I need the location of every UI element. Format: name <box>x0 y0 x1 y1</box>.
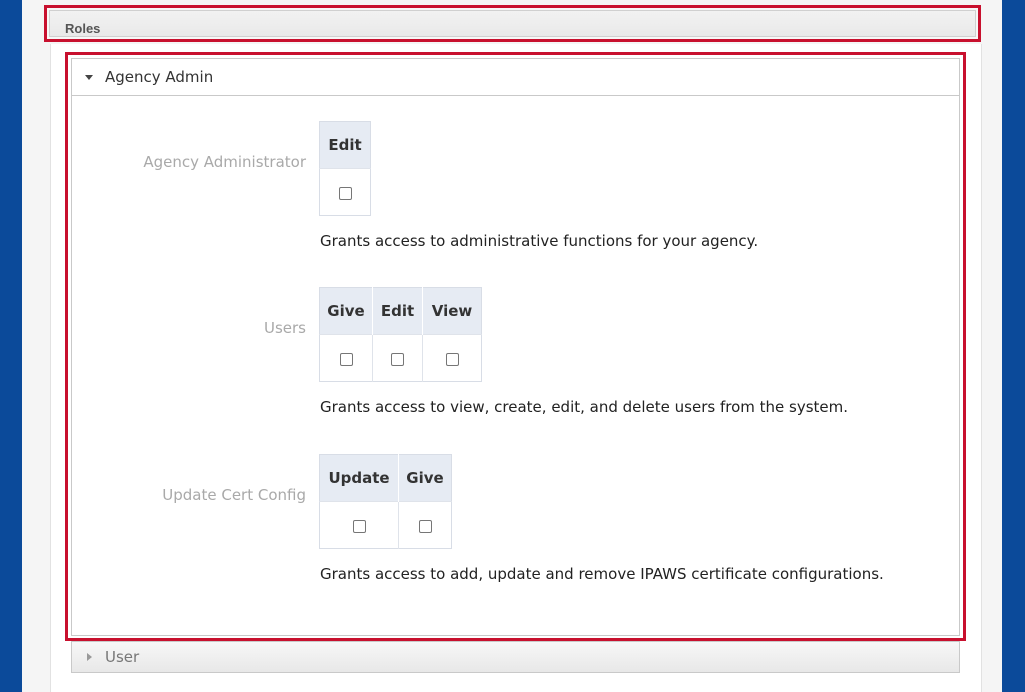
permission-label-users: Users <box>263 319 306 337</box>
permission-table-update-cert-config: Update Give <box>319 454 452 549</box>
caret-down-icon <box>85 75 93 80</box>
edit-checkbox[interactable] <box>391 352 404 366</box>
permission-description-update-cert-config: Grants access to add, update and remove … <box>320 565 884 583</box>
checkbox-cell <box>422 334 482 382</box>
column-header-give: Give <box>398 454 452 502</box>
permission-label-agency-administrator: Agency Administrator <box>143 153 306 171</box>
column-header-give: Give <box>319 287 373 335</box>
give-checkbox[interactable] <box>418 519 432 533</box>
checkbox-cell <box>372 334 423 382</box>
column-header-edit: Edit <box>319 121 371 169</box>
edit-checkbox[interactable] <box>338 186 352 200</box>
checkbox-cell <box>398 501 452 549</box>
agency-admin-accordion: Agency Admin Agency Administrator Edit G… <box>71 58 960 636</box>
permission-table-agency-administrator: Edit <box>319 121 371 216</box>
permission-description-users: Grants access to view, create, edit, and… <box>320 398 849 416</box>
user-section-title: User <box>105 648 140 666</box>
roles-title: Roles <box>65 21 101 36</box>
update-checkbox[interactable] <box>352 519 366 533</box>
give-checkbox[interactable] <box>339 352 353 366</box>
checkbox-cell <box>319 501 399 549</box>
column-header-edit: Edit <box>372 287 423 335</box>
user-accordion-header[interactable]: User <box>71 641 960 673</box>
agency-admin-title: Agency Admin <box>105 68 214 86</box>
roles-section-header[interactable]: Roles <box>44 5 981 42</box>
checkbox-cell <box>319 334 373 382</box>
permission-label-update-cert-config: Update Cert Config <box>162 486 306 504</box>
column-header-update: Update <box>319 454 399 502</box>
column-header-view: View <box>422 287 482 335</box>
agency-admin-header[interactable]: Agency Admin <box>72 59 959 96</box>
permission-description-agency-administrator: Grants access to administrative function… <box>320 232 759 250</box>
caret-right-icon <box>87 653 92 661</box>
checkbox-cell <box>319 168 371 216</box>
roles-header-bar: Roles <box>49 10 976 37</box>
view-checkbox[interactable] <box>445 352 459 366</box>
permission-table-users: Give Edit View <box>319 287 482 382</box>
